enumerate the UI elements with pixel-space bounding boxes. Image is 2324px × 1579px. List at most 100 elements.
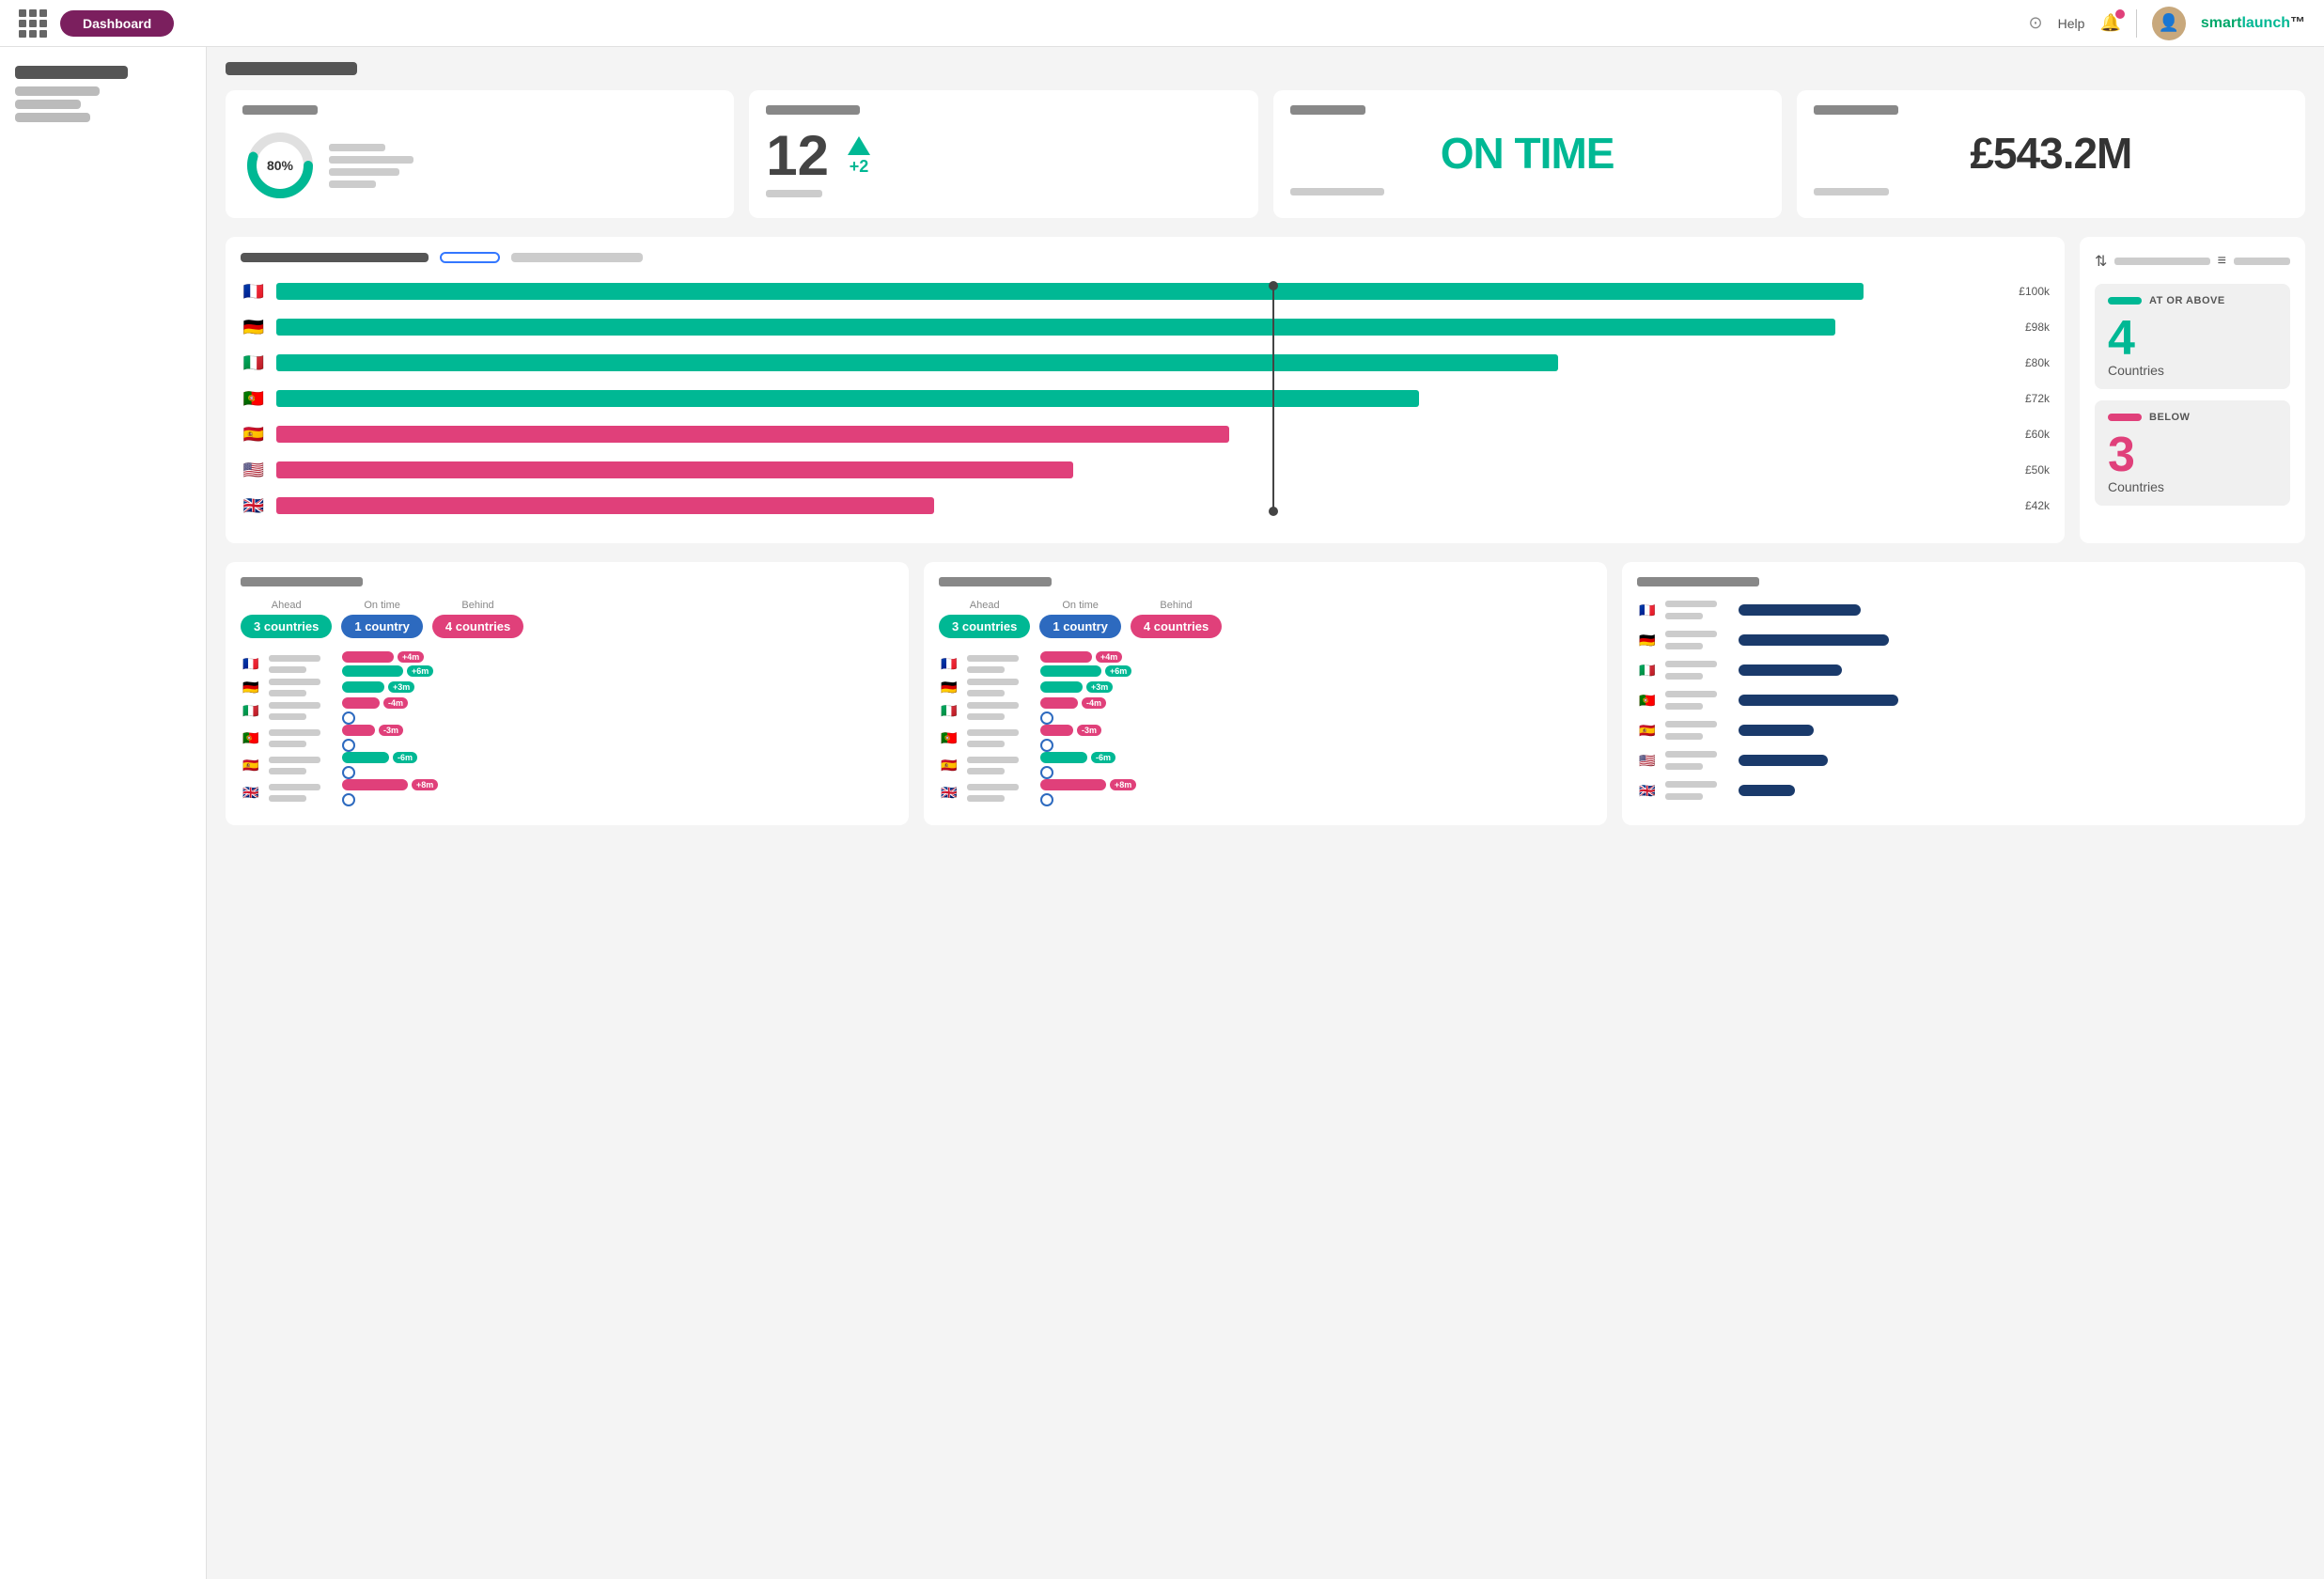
help-label[interactable]: Help [2058,16,2085,31]
bar-chart: 🇫🇷£100k🇩🇪£98k🇮🇹£80k🇵🇹£72k🇪🇸£60k🇺🇸£50k🇬🇧£… [241,278,2050,519]
mini-bar-area: -3m [1040,725,1592,752]
mini-bar-pill [342,651,394,663]
bar-area [1739,664,2290,676]
mini-bar-row: +6m [342,665,894,677]
mini-bar-pill [342,779,408,790]
toggle-dot[interactable] [1040,766,1053,779]
mini-flag: 🇬🇧 [1637,780,1658,801]
legend-below-color [2108,414,2142,421]
mini-label-lines [1665,721,1731,740]
mini-flag: 🇩🇪 [241,677,261,697]
metric-card-donut: 80% [226,90,734,218]
avatar[interactable]: 👤 [2152,7,2186,40]
grid-icon[interactable] [19,9,47,38]
bar-container [276,426,2008,443]
mini-flag: 🇫🇷 [241,654,261,675]
mini-label-lines [269,679,335,696]
status-badge: 4 countries [1131,615,1222,638]
status-col-label: Behind [1160,600,1192,611]
metric-sublabel-2 [766,190,822,197]
status-col: On time1 country [1039,600,1121,638]
flag-icon: 🇬🇧 [241,492,267,519]
filter-icon[interactable]: ≡ [2218,253,2226,270]
mini-flag: 🇪🇸 [241,756,261,776]
mini-label-lines [1665,781,1731,800]
bar [276,390,1419,407]
mini-flag: 🇺🇸 [1637,750,1658,771]
right-mini-row: 🇫🇷 [1637,600,2290,620]
mini-bar-row: +3m [1040,681,1592,693]
mini-row: 🇫🇷+4m+6m [241,651,894,677]
chart-pill-filter[interactable] [440,252,500,263]
bar [276,283,1864,300]
bottom-title-2 [1637,577,1759,586]
bottom-title-0 [241,577,363,586]
mini-label-lines [1665,751,1731,770]
mini-row: 🇮🇹-4m [241,697,894,725]
flag-icon: 🇫🇷 [241,278,267,305]
bar-container [276,390,2008,407]
bar-area [1739,604,2290,616]
status-col: Behind4 countries [432,600,523,638]
mini-flag: 🇩🇪 [939,677,959,697]
mini-label-lines [967,784,1033,802]
brand: smartlaunch™ [2201,15,2305,32]
right-mini-row: 🇵🇹 [1637,690,2290,711]
mini-bar-row: +6m [1040,665,1592,677]
donut-chart: 80% [242,128,318,203]
toggle-dot[interactable] [342,739,355,752]
mini-bar-row [342,711,894,725]
mini-bar-pill [1040,681,1083,693]
sidebar [0,47,207,1579]
bar-container [276,497,2008,514]
donut-line-3 [329,168,399,176]
nav-pill[interactable]: Dashboard [60,10,174,37]
status-badge: 1 country [341,615,423,638]
bar-label: £98k [2025,320,2050,334]
arrow-up-icon [848,136,870,155]
toggle-dot[interactable] [1040,793,1053,806]
metric-big-num: 12 [766,128,829,184]
mini-bar-pill [1040,779,1106,790]
nav-right: ⊙ Help 🔔 👤 smartlaunch™ [2029,7,2305,40]
chart-ctrl-bar-gray [511,253,643,262]
mini-tag: -6m [393,752,417,763]
mini-label-lines [967,702,1033,720]
mini-bar-row [342,766,894,779]
bar-area [1739,725,2290,736]
bar-row: 🇫🇷£100k [241,278,2050,305]
chart-section: 🇫🇷£100k🇩🇪£98k🇮🇹£80k🇵🇹£72k🇪🇸£60k🇺🇸£50k🇬🇧£… [226,237,2305,543]
right-bar [1739,755,1828,766]
mini-label-lines [1665,661,1731,680]
mini-label-lines [1665,631,1731,649]
toggle-dot[interactable] [342,711,355,725]
toggle-dot[interactable] [1040,711,1053,725]
right-mini-row: 🇮🇹 [1637,660,2290,680]
sort-icon[interactable]: ⇅ [2095,252,2107,271]
status-col-label: Behind [461,600,493,611]
right-mini-row: 🇬🇧 [1637,780,2290,801]
help-icon[interactable]: ⊙ [2029,13,2043,33]
mini-flag: 🇫🇷 [939,654,959,675]
status-badge: 3 countries [939,615,1030,638]
chart-main: 🇫🇷£100k🇩🇪£98k🇮🇹£80k🇵🇹£72k🇪🇸£60k🇺🇸£50k🇬🇧£… [226,237,2065,543]
toggle-dot[interactable] [342,766,355,779]
bar [276,426,1229,443]
mini-tag: +3m [1086,681,1113,693]
mini-row: 🇪🇸-6m [939,752,1592,779]
bar-area [1739,634,2290,646]
mini-row: 🇩🇪 +3m [939,677,1592,697]
toggle-dot[interactable] [1040,739,1053,752]
toggle-dot[interactable] [342,793,355,806]
mini-bar-pill [1040,665,1101,677]
mini-label-lines [967,679,1033,696]
bar-row: 🇵🇹£72k [241,385,2050,412]
right-bar [1739,785,1795,796]
mini-tag: +6m [1105,665,1131,677]
mini-bar-pill [342,665,403,677]
mini-bar-row: -6m [1040,752,1592,763]
legend-above-color [2108,297,2142,305]
mini-bar-row [1040,766,1592,779]
notification-icon[interactable]: 🔔 [2099,13,2120,33]
mini-flag: 🇮🇹 [241,701,261,722]
